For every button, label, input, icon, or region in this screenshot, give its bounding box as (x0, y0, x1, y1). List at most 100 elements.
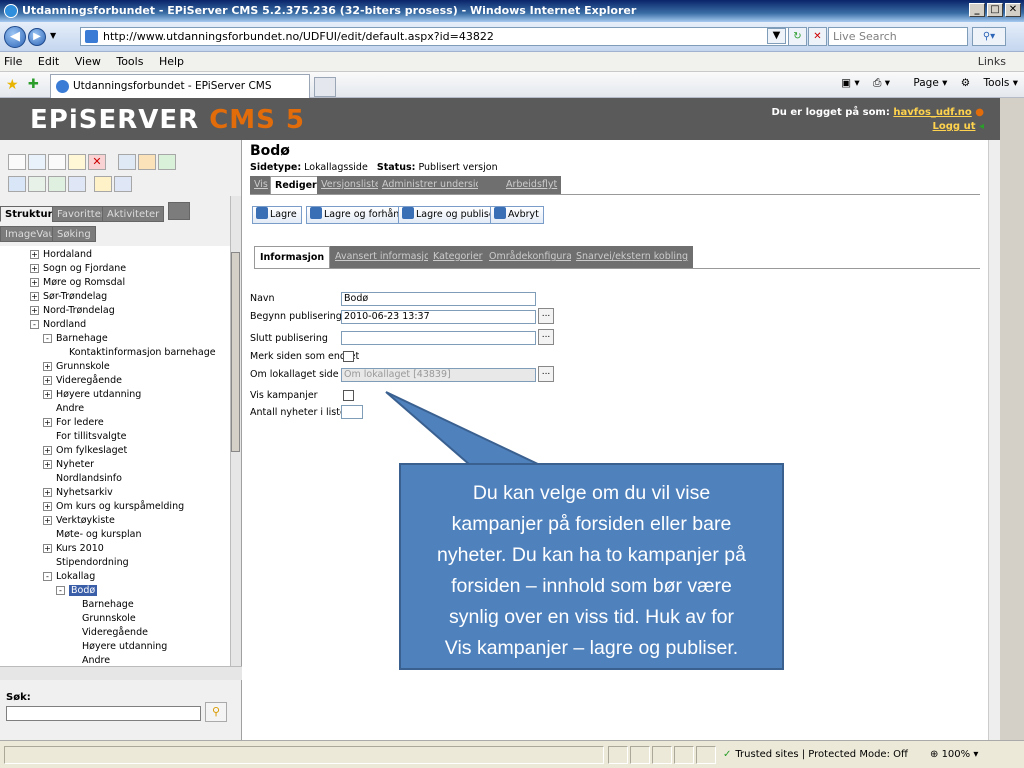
close-icon[interactable]: ✕ (1005, 3, 1021, 17)
minimize-icon[interactable]: _ (969, 3, 985, 17)
url-dropdown-icon[interactable]: ▼ (767, 28, 786, 44)
tree-item[interactable]: Videregående (69, 626, 148, 640)
search-icon[interactable]: ⚲▾ (972, 27, 1006, 46)
tree-item[interactable]: - Bodø (56, 584, 98, 598)
page-picker-button[interactable]: ... (538, 366, 554, 382)
tree-item[interactable]: For tillitsvalgte (43, 430, 127, 444)
back-button[interactable]: ◀ (4, 26, 26, 48)
collapse-icon[interactable]: - (43, 334, 52, 343)
tree-item[interactable]: Andre (69, 654, 110, 666)
tree-item[interactable]: Nordlandsinfo (43, 472, 122, 486)
tab-aktiviteter[interactable]: Aktiviteter (102, 206, 165, 222)
url-field[interactable]: http://www.utdanningsforbundet.no/UDFUI/… (80, 27, 790, 46)
collapse-icon[interactable]: - (30, 320, 39, 329)
tree-item[interactable]: + Nyheter (43, 458, 94, 472)
new-tab-button[interactable] (314, 77, 336, 97)
tree-horizontal-scrollbar[interactable] (0, 666, 242, 680)
tree-item[interactable]: Kontaktinformasjon barnehage (56, 346, 216, 360)
tab-avansert-informasjon[interactable]: Avansert informasjon (330, 246, 441, 268)
tree-item[interactable]: - Lokallag (43, 570, 95, 584)
tree-item[interactable]: + Verktøykiste (43, 514, 115, 528)
monitor-icon[interactable] (8, 176, 26, 192)
tree-item[interactable]: + Høyere utdanning (43, 388, 141, 402)
expand-icon[interactable]: + (43, 418, 52, 427)
tab-kategorier[interactable]: Kategorier (428, 246, 488, 268)
browser-tab[interactable]: Utdanningsforbundet - EPiServer CMS 5.2.… (50, 74, 310, 114)
tab-struktur[interactable]: Struktur (0, 206, 58, 222)
menu-file[interactable]: File (4, 55, 22, 68)
tree-item[interactable]: + Nyhetsarkiv (43, 486, 113, 500)
delete-icon[interactable]: ✕ (88, 154, 106, 170)
tree-item[interactable]: + Sogn og Fjordane (30, 262, 126, 276)
image-icon[interactable] (48, 176, 66, 192)
print-icon[interactable]: ⎙ ▾ (873, 77, 890, 89)
refresh-icon[interactable]: ↻ (788, 27, 807, 46)
expand-icon[interactable]: + (30, 250, 39, 259)
tree-item[interactable]: - Barnehage (43, 332, 108, 346)
tree-item[interactable]: + Videregående (43, 374, 122, 388)
tree-icon[interactable] (158, 154, 176, 170)
expand-icon[interactable]: + (43, 446, 52, 455)
tree-item[interactable]: Grunnskole (69, 612, 136, 626)
tree-item[interactable]: Andre (43, 402, 84, 416)
expand-icon[interactable]: + (43, 516, 52, 525)
users-icon[interactable] (114, 176, 132, 192)
tree-item[interactable]: Høyere utdanning (69, 640, 167, 654)
forward-button[interactable]: ▶ (28, 28, 46, 46)
paste-icon[interactable] (68, 154, 86, 170)
tab-soking[interactable]: Søking (52, 226, 96, 242)
expand-icon[interactable]: + (43, 502, 52, 511)
menu-edit[interactable]: Edit (38, 55, 59, 68)
begynn-publisering-field[interactable]: 2010-06-23 13:37 (341, 310, 536, 324)
tree-item[interactable]: + Nord-Trøndelag (30, 304, 115, 318)
expand-icon[interactable]: + (43, 460, 52, 469)
tree-item[interactable]: + For ledere (43, 416, 104, 430)
tab-rediger[interactable]: Rediger (270, 176, 322, 194)
save-button[interactable]: Lagre (252, 206, 302, 224)
expand-icon[interactable]: + (43, 488, 52, 497)
link-icon[interactable] (94, 176, 112, 192)
menu-view[interactable]: View (75, 55, 101, 68)
feeds-icon[interactable]: ▣ ▾ (841, 77, 860, 89)
slutt-publisering-field[interactable] (341, 331, 536, 345)
properties-icon[interactable] (118, 154, 136, 170)
expand-icon[interactable]: + (43, 362, 52, 371)
collapse-icon[interactable]: - (56, 586, 65, 595)
main-scrollbar[interactable] (988, 140, 1000, 740)
tree-item[interactable]: Barnehage (69, 598, 134, 612)
stop-icon[interactable]: ✕ (808, 27, 827, 46)
zoom-level[interactable]: ⊕ 100% ▾ (930, 747, 978, 763)
tree-item[interactable]: Stipendordning (43, 556, 129, 570)
expand-icon[interactable]: + (30, 264, 39, 273)
globe-icon[interactable] (68, 176, 86, 192)
tree-item[interactable]: + Kurs 2010 (43, 542, 104, 556)
tree-search-input[interactable] (6, 706, 201, 721)
tab-informasjon[interactable]: Informasjon (254, 246, 331, 268)
tab-arbeidsflyt[interactable]: Arbeidsflyt (502, 176, 562, 194)
recent-pages-icon[interactable]: ▼ (50, 31, 56, 40)
tree-item[interactable]: + Om kurs og kurspåmelding (43, 500, 184, 514)
menu-help[interactable]: Help (159, 55, 184, 68)
expand-icon[interactable]: + (43, 376, 52, 385)
expand-icon[interactable]: + (30, 306, 39, 315)
om-lokallaget-field[interactable]: Om lokallaget [43839] (341, 368, 536, 382)
search-go-icon[interactable]: ⚲ (205, 702, 227, 722)
save-publish-button[interactable]: Lagre og publiser (398, 206, 504, 224)
cancel-button[interactable]: Avbryt (490, 206, 544, 224)
logout-link[interactable]: Logg ut (933, 121, 976, 132)
tree-item[interactable]: + Møre og Romsdal (30, 276, 125, 290)
tree-item[interactable]: + Grunnskole (43, 360, 110, 374)
favorites-star-icon[interactable]: ★ (6, 77, 19, 93)
expand-icon[interactable]: + (43, 544, 52, 553)
date-picker-button[interactable]: ... (538, 329, 554, 345)
navn-field[interactable]: Bodø (341, 292, 536, 306)
security-zone[interactable]: ✓ Trusted sites | Protected Mode: Off (723, 747, 908, 763)
tree-item[interactable]: - Nordland (30, 318, 86, 332)
create-icon[interactable] (28, 154, 46, 170)
expand-icon[interactable]: + (30, 278, 39, 287)
vis-kampanjer-checkbox[interactable] (343, 390, 354, 401)
user-link[interactable]: havfos_udf.no (893, 107, 971, 118)
tab-vis[interactable]: Vis (250, 176, 272, 194)
settings-icon[interactable] (138, 154, 156, 170)
tree-item[interactable]: + Hordaland (30, 248, 92, 262)
